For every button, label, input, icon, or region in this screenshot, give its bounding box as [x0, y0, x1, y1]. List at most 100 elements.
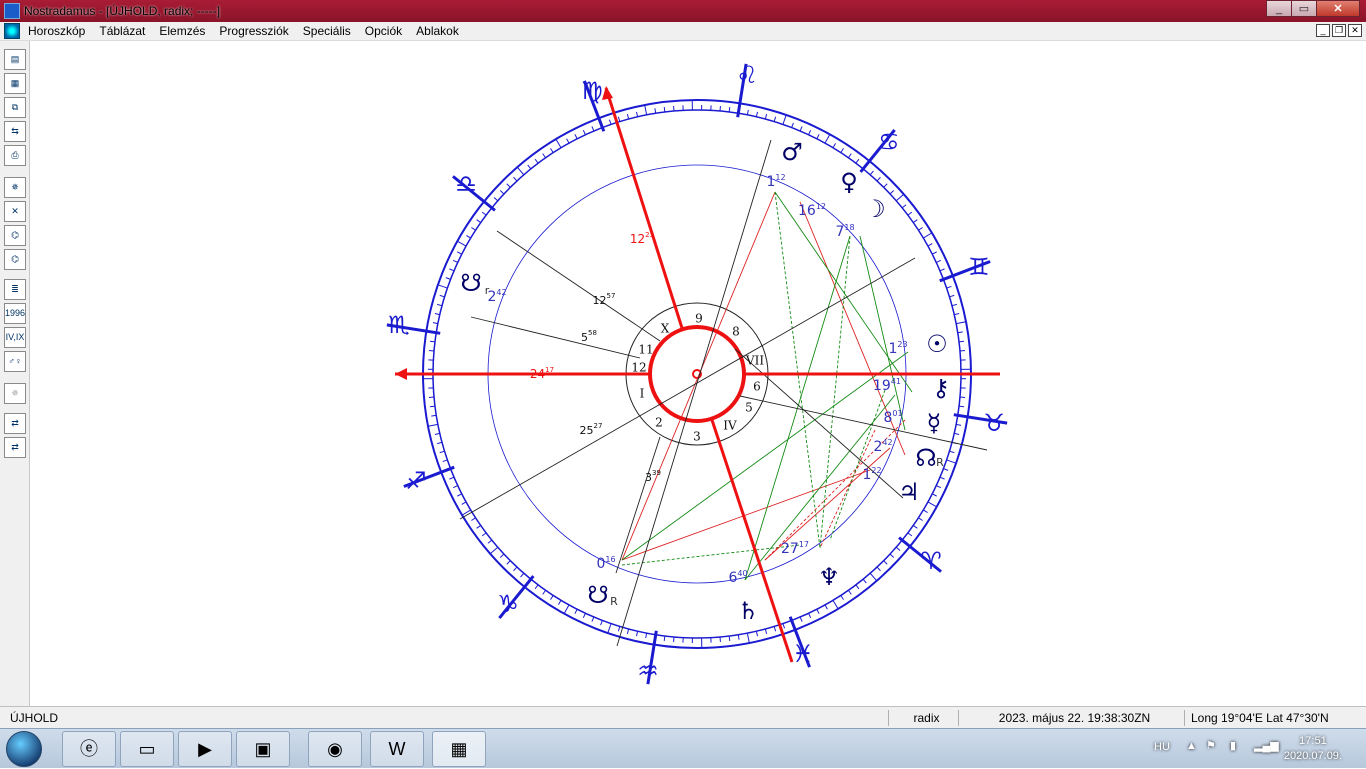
new-chart-icon[interactable]: ▤ — [4, 49, 26, 70]
degree-tick — [913, 220, 917, 223]
minimize-button[interactable]: _ — [1266, 0, 1292, 17]
aspect-line — [775, 192, 820, 548]
cusp-degree-label: 1257 — [593, 292, 616, 307]
degree-tick — [664, 636, 665, 641]
list-icon[interactable]: ≣ — [4, 279, 26, 300]
status-chart-name: ÚJHOLD — [4, 710, 884, 726]
degree-tick — [738, 635, 739, 640]
mdi-restore-button[interactable]: ❐ — [1332, 24, 1346, 37]
degree-tick — [664, 107, 665, 112]
degree-tick — [507, 561, 511, 565]
menu-ablakok[interactable]: Ablakok — [416, 24, 459, 38]
planet-icon: ♄ — [737, 597, 759, 625]
clock[interactable]: 17:51 2020.07.09. — [1284, 734, 1342, 764]
language-indicator[interactable]: HU — [1154, 741, 1170, 753]
degree-tick — [877, 567, 880, 571]
nostradamus-task-icon[interactable]: ▦ — [432, 731, 486, 767]
print-icon[interactable]: ⎙ — [4, 145, 26, 166]
wheel-icon[interactable]: ✵ — [4, 177, 26, 198]
aspect-chart-2-icon[interactable]: ⌬ — [4, 249, 26, 270]
roman-button[interactable]: IV,IX — [4, 327, 26, 348]
open-chart-icon[interactable]: ▦ — [4, 73, 26, 94]
degree-tick — [428, 424, 438, 426]
word-icon[interactable]: W — [370, 731, 424, 767]
mdi-minimize-button[interactable]: _ — [1316, 24, 1330, 37]
disabled-wheel-icon: ✵ — [4, 383, 26, 404]
degree-tick — [583, 613, 585, 618]
degree-tick — [890, 191, 894, 194]
maximize-button[interactable]: ▭ — [1291, 0, 1317, 17]
house-number: VII — [745, 354, 764, 368]
horoscope-wheel[interactable]: ♌♋♊♉♈♓♒♑♐♏♎♍♂♀☽☉⚷☿☊♃♆♄☋☋RRr1121612718123… — [30, 41, 1366, 706]
degree-tick — [437, 442, 442, 443]
menu-tablazat[interactable]: Táblázat — [99, 24, 145, 38]
explorer-icon[interactable]: ▭ — [120, 731, 174, 767]
house-number: 8 — [732, 325, 740, 339]
planet-degree-label: 016 — [596, 555, 615, 572]
flag-icon[interactable]: ⚑ — [1206, 739, 1216, 752]
app-icon[interactable] — [4, 3, 20, 19]
chrome-icon[interactable]: ◉ — [308, 731, 362, 767]
planet-icon: ☉ — [926, 330, 948, 358]
degree-tick — [494, 198, 498, 201]
degree-tick — [756, 631, 757, 636]
planet-symbols-icon[interactable]: ♂♀ — [4, 351, 26, 372]
cusp-degree-label: 2527 — [580, 422, 603, 437]
house-number: 5 — [745, 401, 753, 415]
compare-icon[interactable]: ⇄ — [4, 413, 26, 434]
degree-tick — [932, 494, 936, 496]
close-button[interactable]: ✕ — [1316, 0, 1360, 17]
device-icon[interactable]: ▮ — [1230, 739, 1236, 752]
degree-tick — [747, 633, 749, 643]
degree-tick — [440, 295, 445, 296]
copy-chart-icon[interactable]: ⧉ — [4, 97, 26, 118]
menu-elemzes[interactable]: Elemzés — [159, 24, 205, 38]
aspect-line — [820, 236, 850, 548]
menu-specialis[interactable]: Speciális — [303, 24, 351, 38]
degree-tick — [841, 148, 844, 152]
degree-tick — [877, 177, 880, 181]
export-icon[interactable]: ⇆ — [4, 121, 26, 142]
degree-tick — [543, 154, 546, 158]
planet-icon: ☊ — [915, 444, 936, 472]
planet-degree-label: 242 — [487, 288, 506, 305]
year-button[interactable]: 1996 — [4, 303, 26, 324]
menu-opciok[interactable]: Opciók — [365, 24, 402, 38]
mdi-controls: _ ❐ ✕ — [1314, 24, 1362, 37]
aspect-grid-icon[interactable]: ✕ — [4, 201, 26, 222]
window-controls: _ ▭ ✕ — [1267, 0, 1360, 18]
compare-2-icon[interactable]: ⇄ — [4, 437, 26, 458]
menu-progressziok[interactable]: Progressziók — [219, 24, 288, 38]
axis-degree-label: 2417 — [530, 366, 554, 381]
left-toolbar: ▤ ▦ ⧉ ⇆ ⎙ ✵ ✕ ⌬ ⌬ ≣ 1996 IV,IX ♂♀ ✵ ⇄ ⇄ — [0, 41, 30, 706]
ie-icon[interactable]: ⓔ — [62, 731, 116, 767]
degree-tick — [856, 585, 859, 589]
degree-tick — [756, 112, 757, 117]
degree-tick — [609, 120, 611, 125]
degree-tick — [500, 554, 504, 557]
document-icon[interactable] — [4, 23, 20, 39]
media-player-icon[interactable]: ▶ — [178, 731, 232, 767]
start-button[interactable] — [6, 731, 42, 767]
zodiac-sign-icon: ♒ — [637, 657, 659, 685]
degree-tick — [954, 313, 959, 314]
degree-tick — [940, 269, 945, 271]
app-window-icon[interactable]: ▣ — [236, 731, 290, 767]
tray-arrow-icon[interactable]: ▲ — [1186, 740, 1197, 752]
signal-icon[interactable]: ▂▄▆ — [1254, 739, 1279, 752]
degree-tick — [575, 134, 577, 138]
degree-tick — [817, 134, 819, 138]
mdi-close-button[interactable]: ✕ — [1348, 24, 1362, 37]
menu-horoszkop[interactable]: Horoszkóp — [28, 24, 85, 38]
aspect-chart-icon[interactable]: ⌬ — [4, 225, 26, 246]
degree-tick — [848, 154, 851, 158]
degree-tick — [783, 624, 785, 629]
degree-tick — [466, 235, 470, 238]
degree-tick — [462, 502, 466, 504]
horoscope-chart-area[interactable]: ♌♋♊♉♈♓♒♑♐♏♎♍♂♀☽☉⚷☿☊♃♆♄☋☋RRr1121612718123… — [30, 41, 1366, 706]
house-number: 9 — [695, 312, 703, 326]
degree-tick — [608, 624, 611, 633]
degree-tick — [928, 502, 937, 507]
degree-tick — [646, 633, 647, 638]
degree-tick — [471, 518, 475, 521]
